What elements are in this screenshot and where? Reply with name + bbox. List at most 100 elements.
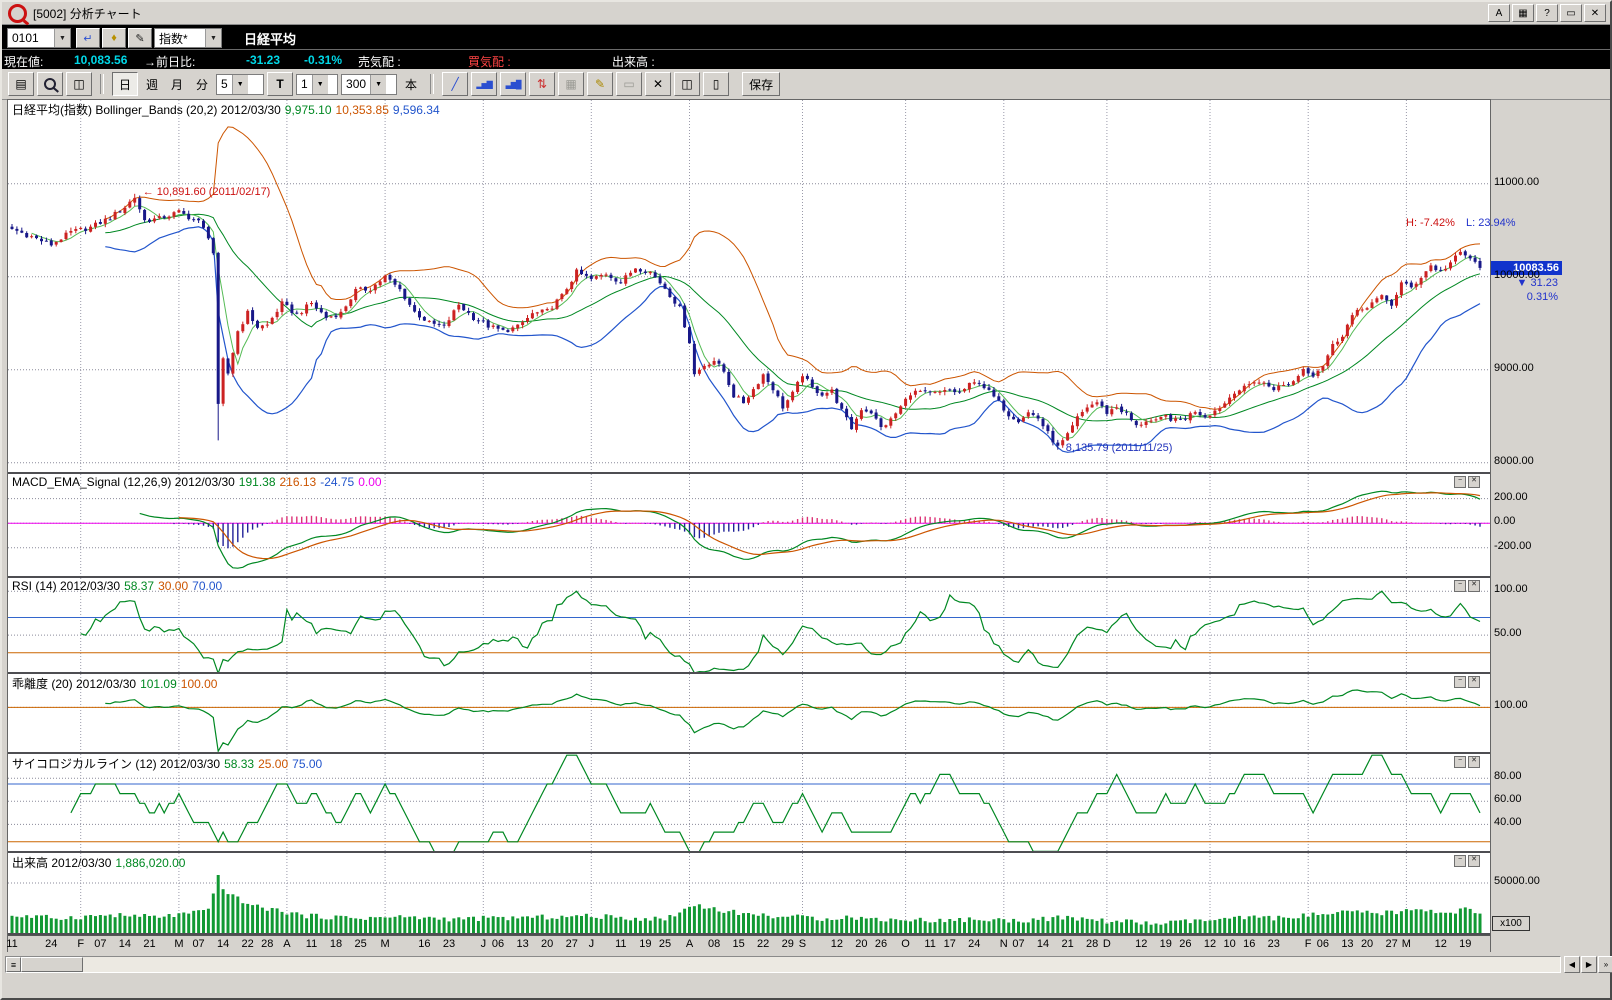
tick-button[interactable]: T [267, 72, 293, 96]
panel-minimize-icon[interactable]: − [1454, 756, 1466, 768]
macd-panel[interactable]: MACD_EMA_Signal (12,26,9) 2012/03/30191.… [8, 474, 1490, 576]
psychological-panel[interactable]: サイコロジカルライン (12) 2012/03/3058.3325.0075.0… [8, 754, 1490, 851]
panel-close-icon[interactable]: ✕ [1468, 855, 1480, 867]
chevron-down-icon[interactable]: ▼ [54, 29, 70, 47]
y-axis-label: -200.00 [1494, 540, 1531, 552]
x-axis-tick: M [1395, 938, 1417, 950]
symbol-code-combo[interactable]: 0101 ▼ [7, 28, 71, 48]
panel-minimize-icon[interactable]: − [1454, 476, 1466, 488]
titlebar: [5002] 分析チャート A▦?▭✕ [2, 2, 1610, 25]
font-button[interactable]: A [1488, 4, 1510, 22]
x-axis-tick: S [791, 938, 813, 950]
y-axis-label: 50.00 [1494, 627, 1522, 639]
volume-panel[interactable]: 出来高 2012/03/301,886,020.00 −✕ [8, 853, 1490, 933]
x-axis-tick: 25 [350, 938, 372, 950]
period-minute-button[interactable]: 分 [191, 76, 213, 93]
tick-count-select[interactable]: 1 ▼ [296, 74, 338, 95]
eraser-icon[interactable]: ▭ [616, 72, 642, 96]
compare-icon[interactable]: ⇅ [529, 72, 555, 96]
close-button[interactable]: ✕ [1584, 4, 1606, 22]
chart-area[interactable]: 日経平均(指数) Bollinger_Bands (20,2) 2012/03/… [7, 99, 1491, 952]
volume-panel-legend: 出来高 2012/03/301,886,020.00 [12, 854, 189, 871]
minimize-button[interactable]: ▭ [1560, 4, 1582, 22]
y-axis-label: 9000.00 [1494, 362, 1534, 374]
price-change-pct: 0.31% [1492, 291, 1558, 303]
change-label: →前日比: [144, 53, 195, 70]
volume-label: 出来高 : [612, 53, 655, 70]
chevron-down-icon[interactable]: ▼ [205, 29, 221, 47]
panel-close-icon[interactable]: ✕ [1468, 756, 1480, 768]
new-page-icon[interactable]: ▯ [703, 72, 729, 96]
app-icon [8, 4, 27, 23]
histogram-icon[interactable]: ▃▆█ [500, 72, 526, 96]
legend-item: サイコロジカルライン (12) 2012/03/30 [12, 757, 220, 771]
print-icon[interactable]: ▤ [8, 72, 34, 96]
memo-button-icon[interactable]: ✎ [128, 28, 152, 48]
copy-icon[interactable]: ◫ [66, 72, 92, 96]
grid-icon[interactable]: ▦ [558, 72, 584, 96]
kairi-panel[interactable]: 乖離度 (20) 2012/03/30101.09100.00 −✕ [8, 674, 1490, 752]
scroll-left-button[interactable]: ◀ [1564, 956, 1580, 973]
panel-close-icon[interactable]: ✕ [1468, 580, 1480, 592]
legend-item: 出来高 2012/03/30 [12, 856, 111, 870]
chevron-down-icon[interactable]: ▼ [312, 75, 328, 94]
chart-toolbar: ▤ ◫ 日 週 月 分 5 ▼ T 1 ▼ 300 ▼ 本 ╱ ▂▅▇ ▃▆█ … [2, 69, 1610, 100]
x-axis-tick: 23 [1263, 938, 1285, 950]
scroll-end-button[interactable]: » [1598, 956, 1612, 973]
chevron-down-icon[interactable]: ▼ [370, 75, 386, 94]
x-axis-tick: 25 [654, 938, 676, 950]
index-category-select[interactable]: 指数* ▼ [154, 28, 222, 48]
legend-item: 101.09 [140, 677, 177, 691]
period-month-button[interactable]: 月 [166, 76, 188, 93]
analysis-chart-window: { "window": { "title": "[5002] 分析チャート", … [0, 0, 1612, 1000]
price-panel[interactable]: 日経平均(指数) Bollinger_Bands (20,2) 2012/03/… [8, 100, 1490, 472]
scroll-right-button[interactable]: ▶ [1581, 956, 1597, 973]
layout-icon[interactable]: ◫ [674, 72, 700, 96]
key-button-icon[interactable]: ♦ [102, 28, 126, 48]
save-button[interactable]: 保存 [742, 72, 780, 96]
x-axis-tick: 26 [1174, 938, 1196, 950]
x-axis-tick: 22 [752, 938, 774, 950]
minute-span-select[interactable]: 5 ▼ [216, 74, 264, 95]
symbol-code-value: 0101 [8, 31, 54, 45]
psychological-panel-legend: サイコロジカルライン (12) 2012/03/3058.3325.0075.0… [12, 755, 326, 772]
x-axis-tick: 14 [1032, 938, 1054, 950]
window-style-button[interactable]: ▦ [1512, 4, 1534, 22]
trendline-tool-icon[interactable]: ╱ [442, 72, 468, 96]
candlestick-chart [8, 100, 1490, 472]
legend-item: 9,975.10 [285, 103, 332, 117]
register-button-icon[interactable]: ↵ [76, 28, 100, 48]
period-week-button[interactable]: 週 [141, 76, 163, 93]
splitter-grip-icon[interactable]: ≡ [6, 957, 21, 972]
panel-minimize-icon[interactable]: − [1454, 580, 1466, 592]
bar-unit-label: 本 [400, 76, 422, 93]
bar-chart-icon[interactable]: ▂▅▇ [471, 72, 497, 96]
panel-minimize-icon[interactable]: − [1454, 855, 1466, 867]
zoom-icon[interactable] [37, 72, 63, 96]
legend-item: 10,353.85 [336, 103, 389, 117]
chevron-down-icon[interactable]: ▼ [232, 75, 248, 94]
delete-drawing-icon[interactable]: ✕ [645, 72, 671, 96]
legend-item: 70.00 [192, 579, 222, 593]
bar-count-select[interactable]: 300 ▼ [341, 74, 397, 95]
x-axis-tick: 14 [212, 938, 234, 950]
panel-close-icon[interactable]: ✕ [1468, 676, 1480, 688]
high-pct-label: H: -7.42% [1406, 217, 1455, 229]
y-axis-label: 0.00 [1494, 515, 1515, 527]
current-price-value: 10,083.56 [74, 53, 127, 67]
high-low-label: H: -7.42% L: 23.94% [1406, 217, 1516, 229]
panel-minimize-icon[interactable]: − [1454, 676, 1466, 688]
x-axis-tick: J [580, 938, 602, 950]
x-axis-tick: 16 [413, 938, 435, 950]
panel-close-icon[interactable]: ✕ [1468, 476, 1480, 488]
help-button[interactable]: ? [1536, 4, 1558, 22]
pencil-icon[interactable]: ✎ [587, 72, 613, 96]
horizontal-scrollbar[interactable]: ≡ [5, 956, 1561, 973]
x-axis-tick: 26 [870, 938, 892, 950]
symbol-name: 日経平均 [244, 29, 296, 48]
x-axis-tick: 07 [1007, 938, 1029, 950]
quote-bar: 現在値: 10,083.56 →前日比: -31.23 -0.31% 売気配 :… [2, 49, 1610, 70]
scrollbar-thumb[interactable] [21, 957, 83, 972]
rsi-panel[interactable]: RSI (14) 2012/03/3058.3730.0070.00 −✕ [8, 578, 1490, 672]
period-day-button[interactable]: 日 [112, 72, 138, 96]
